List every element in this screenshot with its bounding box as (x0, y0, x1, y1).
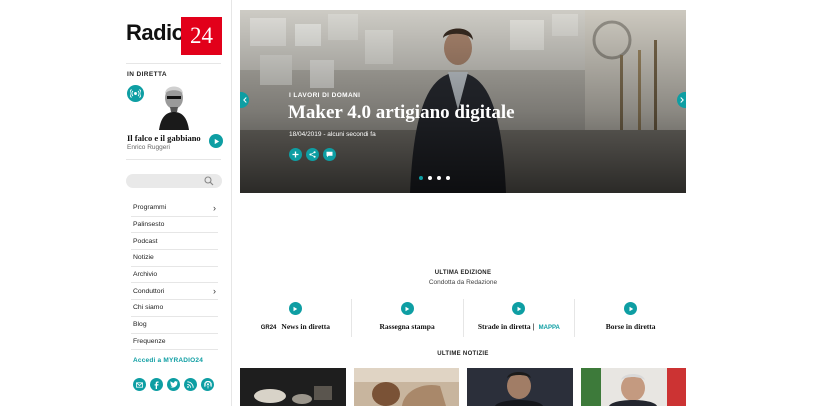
slider-dots (419, 176, 450, 180)
chevron-left-icon (242, 97, 247, 103)
social-links (133, 378, 214, 391)
program-title[interactable]: Rassegna stampa (380, 322, 435, 331)
nav-item-frequenze[interactable]: Frequenze (131, 334, 218, 351)
program-title[interactable]: Borse in diretta (606, 322, 656, 331)
program-strade-in-diretta[interactable]: Strade in diretta | MAPPA (462, 299, 575, 337)
nav-item-archivio[interactable]: Archivio (131, 267, 218, 284)
nav-item-podcast[interactable]: Podcast (131, 233, 218, 251)
sidebar: Radio 24 IN DIRETTA Il falco e il gabbia… (114, 0, 232, 406)
live-show-host: Enrico Ruggeri (127, 144, 170, 151)
rss-icon[interactable] (184, 378, 197, 391)
twitter-icon[interactable] (167, 378, 180, 391)
chevron-right-icon: › (213, 202, 216, 213)
nav-item-programmi[interactable]: Programmi › (131, 200, 218, 217)
nav-item-label: Archivio (133, 271, 158, 279)
hero-kicker: I LAVORI DI DOMANI (289, 92, 361, 99)
chevron-right-icon: › (213, 286, 216, 297)
chevron-right-icon (679, 97, 684, 103)
live-label: IN DIRETTA (127, 71, 167, 78)
play-button[interactable] (512, 302, 526, 315)
play-button[interactable] (624, 302, 638, 315)
nav-item-conduttori[interactable]: Conduttori › (131, 283, 218, 301)
program-label: Borse in diretta (575, 322, 686, 331)
search-icon[interactable] (204, 176, 214, 186)
nav-item-label: Podcast (133, 237, 158, 245)
program-rassegna-stampa[interactable]: Rassegna stampa (350, 299, 463, 337)
slider-dot[interactable] (428, 176, 432, 180)
live-radio-icon[interactable] (127, 85, 144, 102)
share-icon[interactable] (306, 148, 319, 161)
hero-title[interactable]: Maker 4.0 artigiano digitale (288, 102, 515, 124)
news-thumbnail[interactable] (353, 368, 459, 406)
news-thumbnail[interactable] (580, 368, 686, 406)
program-label: Strade in diretta | MAPPA (464, 322, 575, 331)
news-thumbnail[interactable] (467, 368, 573, 406)
radio24-logo[interactable]: Radio 24 (126, 17, 222, 55)
edition-title: ULTIMA EDIZIONE (434, 270, 492, 276)
divider (126, 159, 221, 160)
slider-dot[interactable] (446, 176, 450, 180)
live-show-title[interactable]: Il falco e il gabbiano (127, 133, 201, 143)
nav-item-label: Palinsesto (133, 221, 165, 229)
email-icon[interactable] (133, 378, 146, 391)
edition-subtitle: Condotta da Redazione (428, 279, 498, 286)
nav-item-palinsesto[interactable]: Palinsesto (131, 217, 218, 234)
logo-word: Radio (126, 20, 185, 45)
nav-item-label: Programmi (133, 204, 167, 212)
divider (126, 63, 221, 64)
slider-dot[interactable] (419, 176, 423, 180)
nav-item-label: Notizie (133, 254, 154, 262)
program-title[interactable]: News in diretta (281, 322, 330, 331)
comment-icon[interactable] (323, 148, 336, 161)
program-borse-in-diretta[interactable]: Borse in diretta (574, 299, 686, 337)
login-link[interactable]: Accedi a MYRADIO24 (133, 357, 203, 364)
nav-item-label: Frequenze (133, 337, 166, 345)
news-section-title: ULTIME NOTIZIE (437, 351, 489, 357)
program-news-in-diretta[interactable]: GR24 News in diretta (240, 299, 351, 337)
hero-slider[interactable]: I LAVORI DI DOMANI Maker 4.0 artigiano d… (240, 10, 686, 193)
play-button[interactable] (288, 302, 302, 315)
program-prefix: GR24 (260, 325, 277, 331)
facebook-icon[interactable] (150, 378, 163, 391)
slider-next-button[interactable] (677, 92, 686, 108)
search-input[interactable] (132, 175, 202, 187)
map-link[interactable]: MAPPA (539, 325, 560, 331)
hero-actions (289, 148, 336, 161)
program-title[interactable]: Strade in diretta (478, 322, 531, 331)
edition-programs: GR24 News in diretta Rassegna stampa Stra… (240, 299, 686, 337)
hero-date: 18/04/2019 - alcuni secondi fa (289, 131, 376, 138)
logo-number: 24 (181, 17, 222, 55)
nav-item-label: Chi siamo (133, 304, 164, 312)
program-label: Rassegna stampa (352, 322, 463, 331)
main-nav: Programmi › Palinsesto Podcast Notizie Ar… (131, 200, 218, 351)
program-label: GR24 News in diretta (240, 322, 351, 331)
podcast-icon[interactable] (201, 378, 214, 391)
news-thumbnail[interactable] (240, 368, 346, 406)
slider-dot[interactable] (437, 176, 441, 180)
search-bar[interactable] (126, 174, 222, 188)
nav-item-label: Blog (133, 321, 147, 329)
host-avatar (155, 78, 193, 130)
live-play-button[interactable] (209, 134, 223, 148)
separator: | (532, 322, 535, 331)
play-button[interactable] (400, 302, 414, 315)
nav-item-notizie[interactable]: Notizie (131, 250, 218, 267)
nav-item-chi-siamo[interactable]: Chi siamo (131, 300, 218, 317)
news-thumbnails (240, 368, 686, 406)
nav-item-label: Conduttori (133, 287, 165, 295)
nav-item-blog[interactable]: Blog (131, 317, 218, 334)
plus-icon[interactable] (289, 148, 302, 161)
